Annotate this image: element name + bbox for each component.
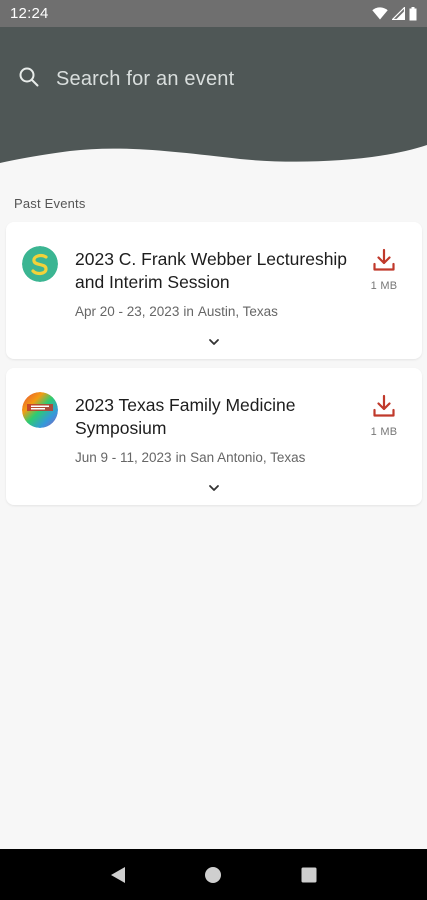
navigation-bar — [0, 849, 427, 900]
event-card[interactable]: 2023 Texas Family Medicine Symposium Jun… — [6, 368, 422, 505]
section-label-past-events: Past Events — [14, 196, 86, 211]
event-location: San Antonio, Texas — [190, 450, 306, 465]
battery-icon — [409, 6, 417, 21]
download-button[interactable]: 1 MB — [366, 248, 402, 292]
recents-icon[interactable] — [295, 861, 323, 889]
event-logo — [22, 246, 58, 282]
event-meta: Jun 9 - 11, 2023 in San Antonio, Texas — [75, 450, 365, 465]
back-icon[interactable] — [104, 861, 132, 889]
status-bar: 12:24 — [0, 0, 427, 27]
wifi-icon — [372, 7, 388, 20]
chevron-down-icon[interactable] — [204, 481, 224, 495]
search-icon[interactable] — [18, 66, 40, 93]
status-icons — [372, 6, 417, 21]
event-location: Austin, Texas — [197, 304, 278, 319]
download-icon[interactable] — [372, 394, 396, 423]
event-in-word: in — [183, 304, 194, 319]
event-logo — [22, 392, 58, 428]
status-time: 12:24 — [10, 5, 49, 22]
event-card[interactable]: 2023 C. Frank Webber Lectureship and Int… — [6, 222, 422, 359]
event-dates: Jun 9 - 11, 2023 — [75, 450, 172, 465]
event-in-word: in — [175, 450, 187, 465]
download-icon[interactable] — [372, 248, 396, 277]
home-icon[interactable] — [199, 861, 227, 889]
header: Search for an event — [0, 27, 427, 177]
event-title: 2023 C. Frank Webber Lectureship and Int… — [75, 249, 348, 292]
chevron-down-icon[interactable] — [204, 335, 224, 349]
search-bar[interactable]: Search for an event — [18, 61, 409, 97]
event-meta: Apr 20 - 23, 2023 in Austin, Texas — [75, 304, 365, 319]
download-button[interactable]: 1 MB — [366, 394, 402, 438]
search-input[interactable]: Search for an event — [56, 68, 234, 91]
cell-signal-icon — [392, 7, 405, 20]
download-size: 1 MB — [370, 426, 398, 438]
header-wave-background — [0, 27, 427, 163]
event-title: 2023 Texas Family Medicine Symposium — [75, 395, 296, 438]
event-dates: Apr 20 - 23, 2023 — [75, 304, 180, 319]
download-size: 1 MB — [370, 280, 398, 292]
